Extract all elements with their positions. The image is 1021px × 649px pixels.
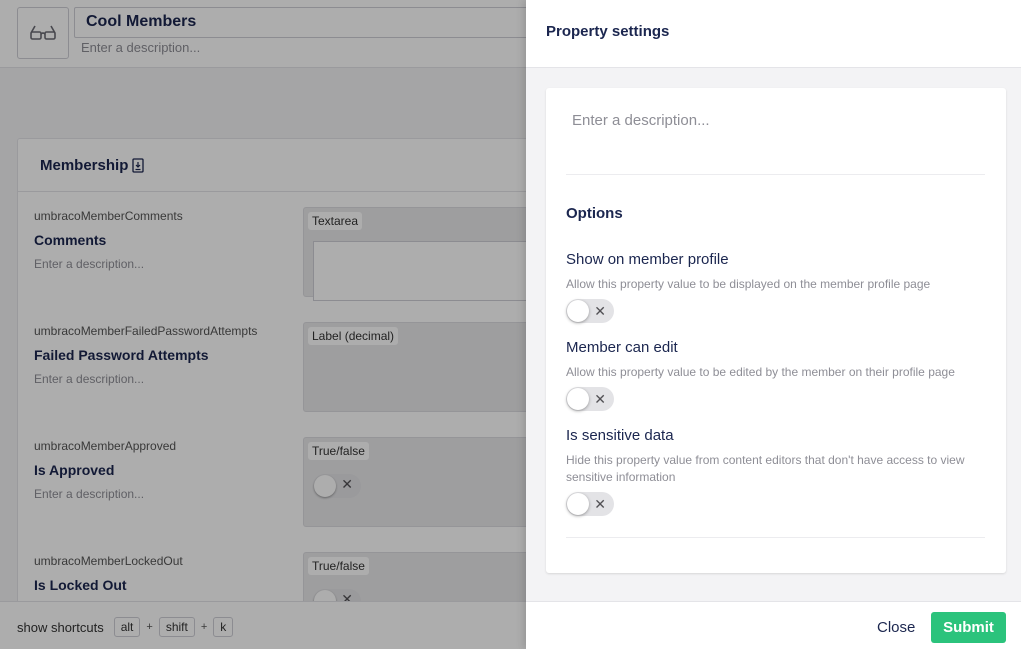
option-is-sensitive-data: Is sensitive data Hide this property val… <box>566 427 986 516</box>
close-icon: ✕ <box>594 391 606 407</box>
sensitive-data-toggle[interactable]: ✕ <box>566 492 614 516</box>
panel-footer: Close Submit <box>526 601 1021 649</box>
divider <box>566 537 985 538</box>
divider <box>566 174 985 175</box>
close-button[interactable]: Close <box>877 619 915 636</box>
option-label: Show on member profile <box>566 251 729 268</box>
options-heading: Options <box>566 205 623 222</box>
toggle-knob <box>567 388 589 410</box>
property-settings-panel: Property settings Enter a description...… <box>526 0 1021 649</box>
option-help: Allow this property value to be edited b… <box>566 365 955 379</box>
toggle-knob <box>567 300 589 322</box>
option-help: Allow this property value to be displaye… <box>566 277 931 291</box>
option-member-can-edit: Member can edit Allow this property valu… <box>566 339 986 411</box>
submit-button[interactable]: Submit <box>931 612 1006 643</box>
close-icon: ✕ <box>594 303 606 319</box>
member-can-edit-toggle[interactable]: ✕ <box>566 387 614 411</box>
show-on-profile-toggle[interactable]: ✕ <box>566 299 614 323</box>
settings-card: Enter a description... Options Show on m… <box>546 88 1006 573</box>
option-label: Member can edit <box>566 339 678 356</box>
option-help: Hide this property value from content ed… <box>566 453 965 484</box>
panel-title: Property settings <box>526 0 1021 68</box>
option-label: Is sensitive data <box>566 427 674 444</box>
close-icon: ✕ <box>594 496 606 512</box>
option-show-on-member-profile: Show on member profile Allow this proper… <box>566 251 986 323</box>
description-input[interactable]: Enter a description... <box>572 112 710 129</box>
toggle-knob <box>567 493 589 515</box>
